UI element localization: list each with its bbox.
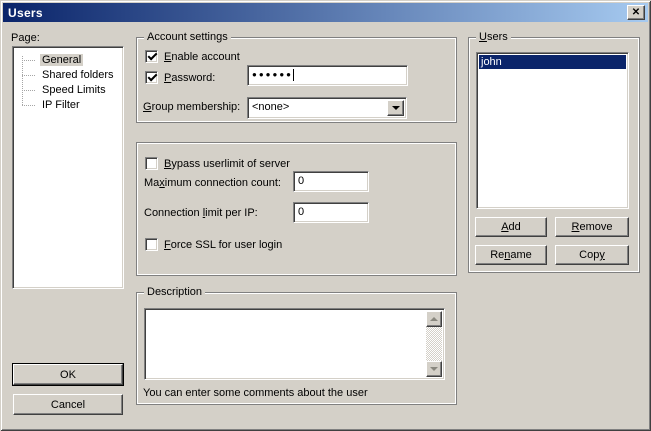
max-connection-count-value: 0: [298, 175, 304, 187]
cancel-button[interactable]: Cancel: [13, 394, 123, 415]
connection-limits-group: Bypass userlimit of server Maximum conne…: [136, 142, 457, 276]
enable-account-checkbox[interactable]: [145, 50, 158, 63]
connection-limit-per-ip-field[interactable]: 0: [293, 202, 369, 223]
window-title: Users: [3, 6, 43, 20]
account-settings-title: Account settings: [144, 31, 231, 43]
enable-account-label[interactable]: Enable account: [164, 51, 240, 64]
users-listbox[interactable]: john: [476, 52, 629, 209]
arrow-up-icon: [430, 317, 438, 321]
remove-button[interactable]: Remove: [555, 217, 629, 237]
add-button[interactable]: Add: [475, 217, 547, 237]
group-membership-select[interactable]: <none>: [247, 97, 407, 119]
ok-button[interactable]: OK: [13, 364, 123, 385]
scroll-down-button[interactable]: [426, 361, 442, 377]
description-value: [147, 311, 425, 377]
bypass-userlimit-checkbox[interactable]: [145, 157, 158, 170]
force-ssl-checkbox[interactable]: [145, 238, 158, 251]
description-hint: You can enter some comments about the us…: [143, 387, 368, 400]
connection-limit-per-ip-label: Connection limit per IP:: [144, 207, 258, 220]
users-group: Users john Add Remove Rename Copy: [468, 37, 640, 273]
description-scrollbar[interactable]: [426, 311, 442, 377]
group-membership-value: <none>: [252, 101, 289, 113]
titlebar[interactable]: Users ✕: [3, 3, 648, 22]
dropdown-button[interactable]: [387, 100, 404, 116]
password-label[interactable]: Password:: [164, 72, 215, 85]
close-button[interactable]: ✕: [627, 5, 645, 20]
arrow-down-icon: [430, 367, 438, 371]
bypass-userlimit-label[interactable]: Bypass userlimit of server: [164, 158, 290, 171]
rename-button[interactable]: Rename: [475, 245, 547, 265]
description-group: Description You can enter some comments …: [136, 292, 457, 405]
tree-item-general[interactable]: General: [13, 53, 123, 68]
copy-button[interactable]: Copy: [555, 245, 629, 265]
password-checkbox[interactable]: [145, 71, 158, 84]
tree-item-speed-limits[interactable]: Speed Limits: [13, 83, 123, 98]
users-title: Users: [476, 31, 511, 43]
max-connection-count-label: Maximum connection count:: [144, 177, 281, 190]
scroll-up-button[interactable]: [426, 311, 442, 327]
group-membership-label: Group membership:: [143, 101, 240, 114]
account-settings-group: Account settings Enable account Password…: [136, 37, 457, 123]
description-textarea[interactable]: [144, 308, 445, 380]
max-connection-count-field[interactable]: 0: [293, 171, 369, 192]
page-tree[interactable]: General Shared folders Speed Limits IP F…: [12, 46, 124, 289]
users-dialog: Users ✕ Page: General Shared folders Spe…: [0, 0, 651, 431]
close-icon: ✕: [632, 8, 640, 18]
chevron-down-icon: [392, 106, 400, 110]
password-field[interactable]: ●●●●●●: [247, 65, 408, 86]
text-cursor: [293, 69, 294, 81]
page-label: Page:: [11, 32, 40, 45]
user-list-item[interactable]: john: [479, 55, 626, 69]
tree-item-shared-folders[interactable]: Shared folders: [13, 68, 123, 83]
force-ssl-label[interactable]: Force SSL for user login: [164, 239, 282, 252]
connection-limit-per-ip-value: 0: [298, 206, 304, 218]
description-title: Description: [144, 286, 205, 298]
password-value: ●●●●●●: [252, 70, 293, 79]
tree-item-ip-filter[interactable]: IP Filter: [13, 98, 123, 113]
